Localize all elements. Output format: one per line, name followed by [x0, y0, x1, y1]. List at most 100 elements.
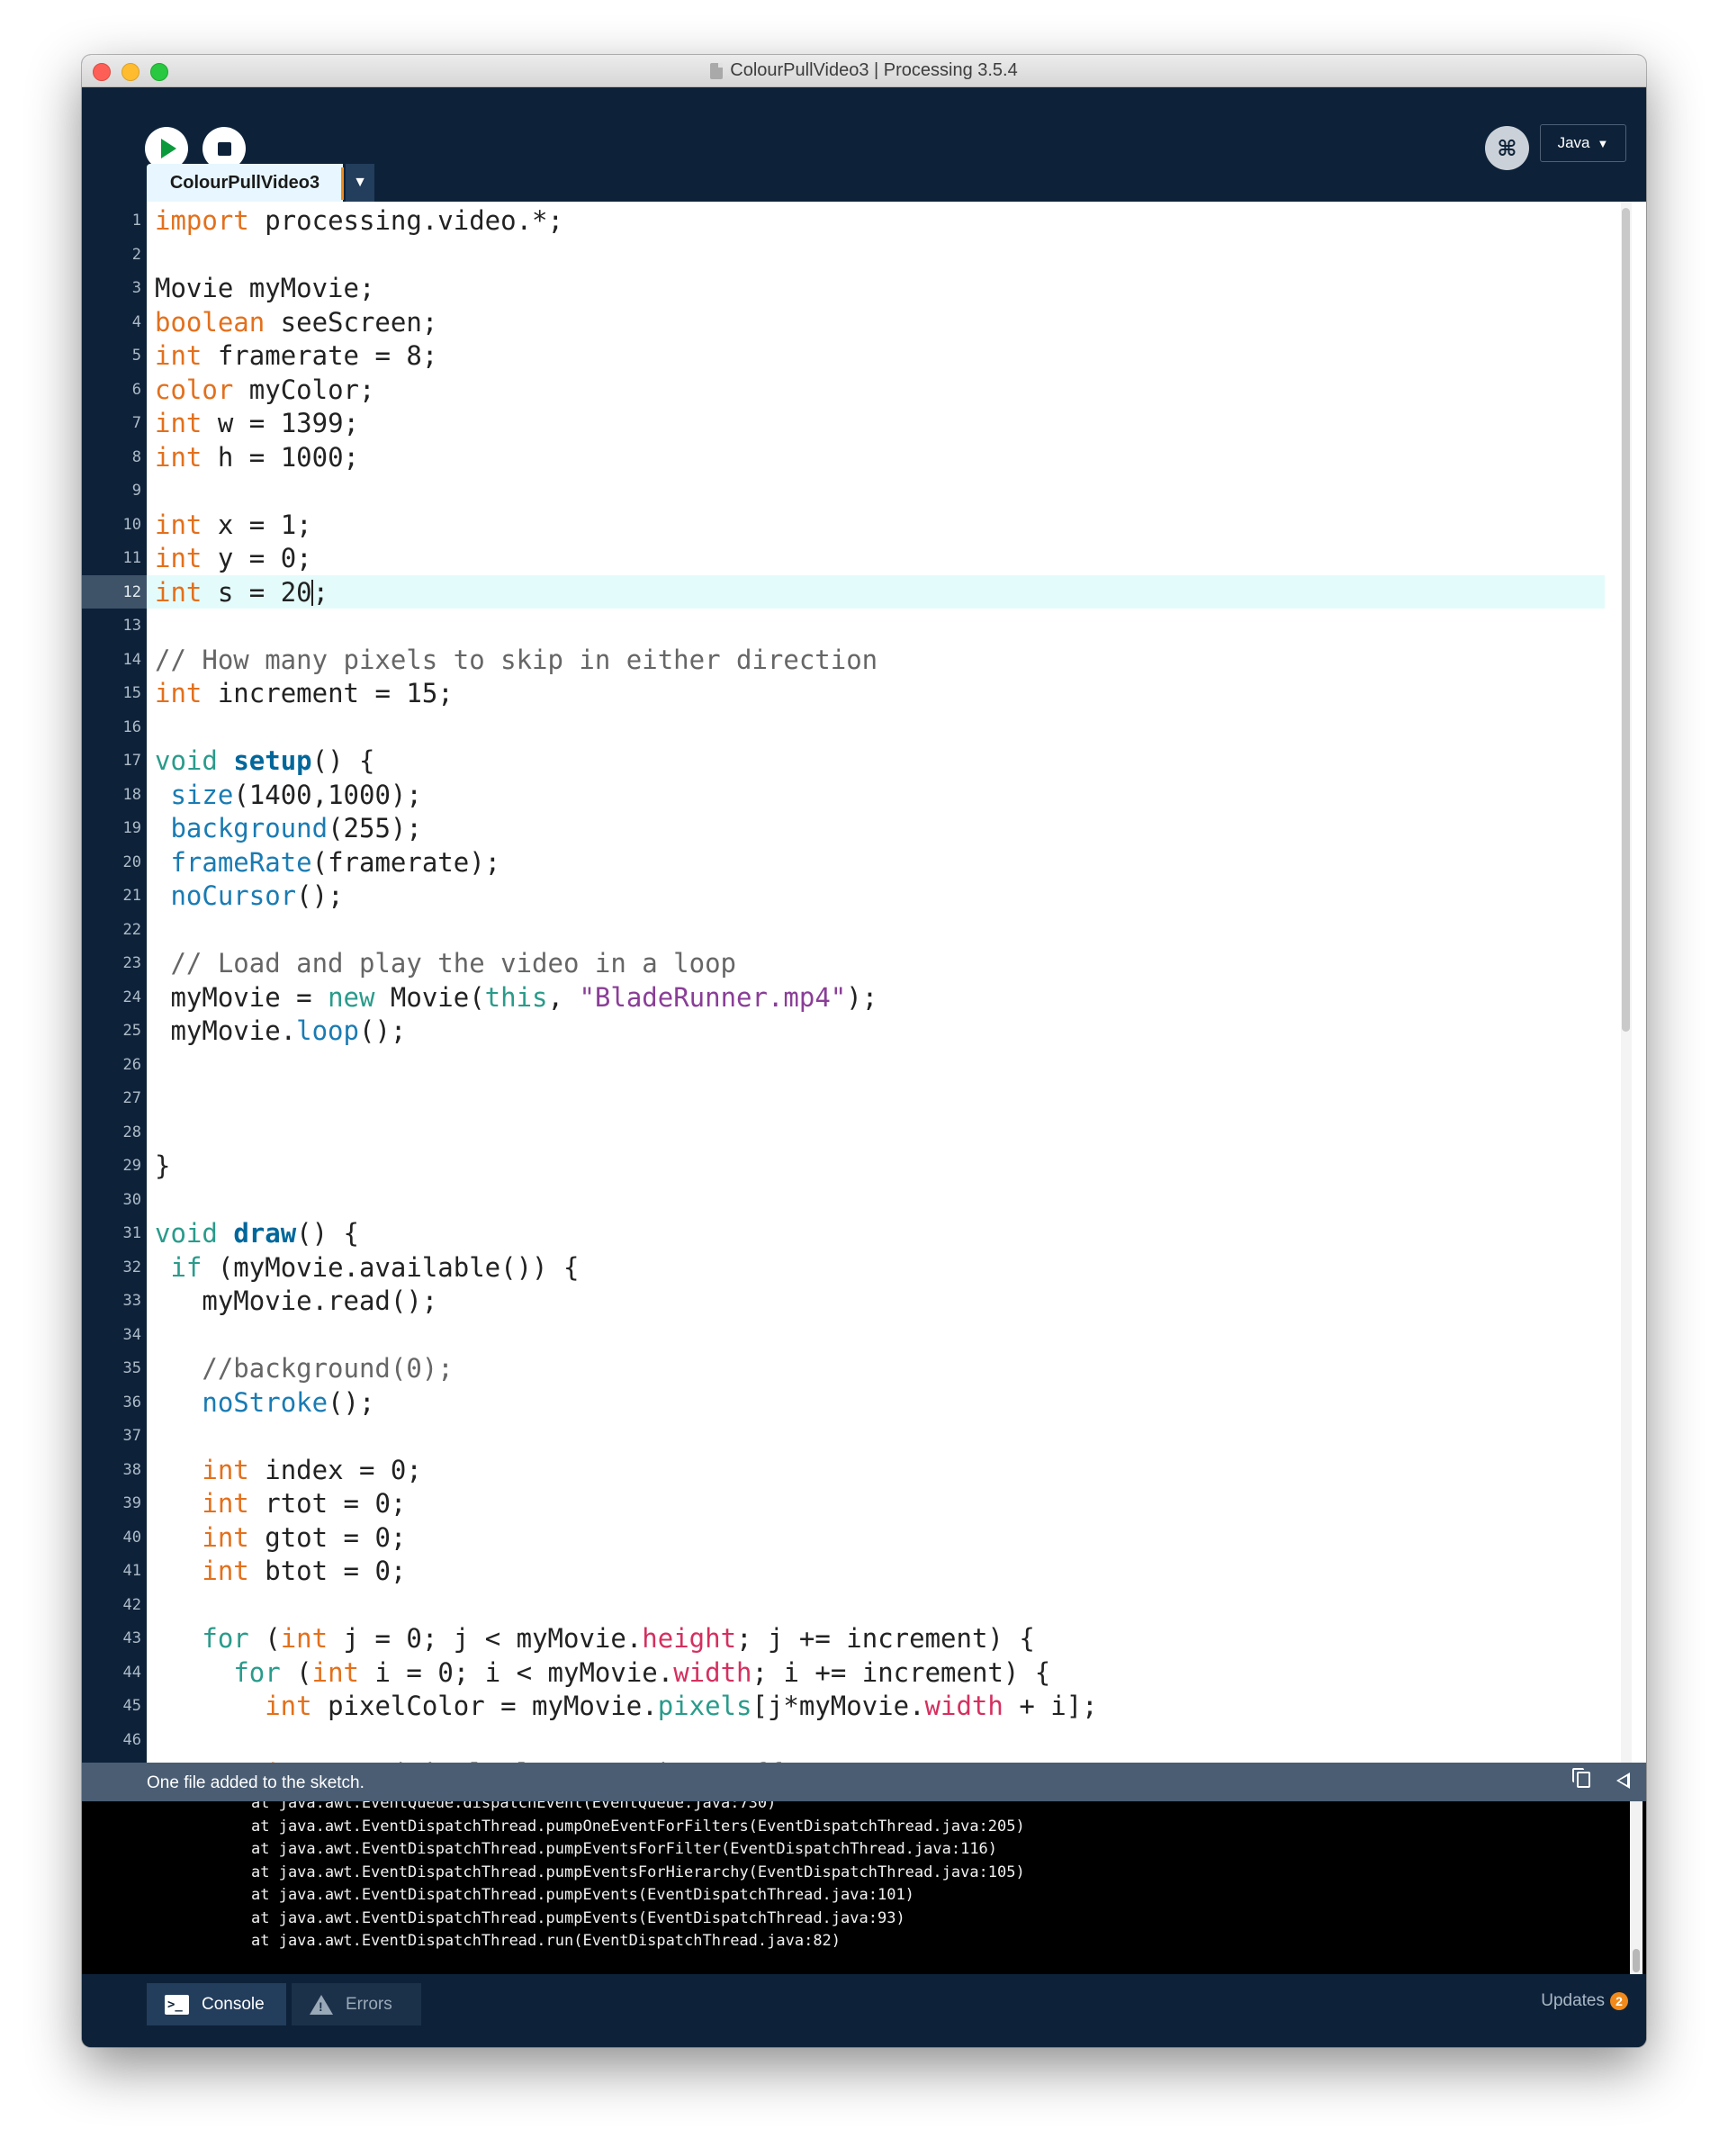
- code-line[interactable]: 15 int increment = 15;: [82, 676, 1646, 710]
- debugger-icon: ⌘: [1497, 135, 1517, 161]
- code-token: [j*myMovie.: [752, 1691, 925, 1721]
- code-line[interactable]: 37: [82, 1419, 1646, 1453]
- code-line[interactable]: 5 int framerate = 8;: [82, 338, 1646, 373]
- code-text: int index = 0;: [155, 1454, 421, 1485]
- code-line[interactable]: 16: [82, 710, 1646, 744]
- processing-window: ColourPullVideo3 | Processing 3.5.4 ⌘ Ja…: [82, 55, 1646, 2047]
- code-line[interactable]: 1 import processing.video.*;: [82, 203, 1646, 238]
- code-token: j = 0; j < myMovie.: [328, 1623, 643, 1654]
- code-text: background(255);: [155, 813, 421, 843]
- tab-console[interactable]: >_ Console: [147, 1983, 286, 2025]
- code-line[interactable]: 12 int s = 20;: [82, 574, 1646, 609]
- code-token: Movie myMovie;: [155, 273, 375, 303]
- caret-down-icon: ▼: [1597, 136, 1609, 150]
- line-number: 27: [122, 1089, 141, 1107]
- code-text: size(1400,1000);: [155, 780, 421, 810]
- code-line[interactable]: 32 if (myMovie.available()) {: [82, 1250, 1646, 1285]
- code-line[interactable]: 24 myMovie = new Movie(this, "BladeRunne…: [82, 980, 1646, 1015]
- code-line[interactable]: 29}: [82, 1149, 1646, 1183]
- code-line[interactable]: 3 Movie myMovie;: [82, 271, 1646, 305]
- console-tab-label: Console: [202, 1994, 265, 2014]
- code-line[interactable]: 41 int btot = 0;: [82, 1554, 1646, 1588]
- code-line[interactable]: 42: [82, 1588, 1646, 1622]
- code-line[interactable]: 43 for (int j = 0; j < myMovie.height; j…: [82, 1621, 1646, 1655]
- code-text: // Load and play the video in a loop: [155, 948, 736, 979]
- tab-colourpullvideo3[interactable]: ColourPullVideo3: [147, 164, 344, 202]
- code-line[interactable]: 33 myMovie.read();: [82, 1284, 1646, 1318]
- code-line[interactable]: 28: [82, 1115, 1646, 1150]
- code-line[interactable]: 9: [82, 474, 1646, 508]
- code-text: frameRate(framerate);: [155, 847, 500, 878]
- code-line[interactable]: 40 int gtot = 0;: [82, 1520, 1646, 1555]
- code-line[interactable]: 11 int y = 0;: [82, 541, 1646, 575]
- code-token: //background(0);: [155, 1353, 454, 1384]
- code-token: myMovie =: [155, 981, 328, 1013]
- line-number: 44: [122, 1663, 141, 1682]
- code-line[interactable]: 14 // How many pixels to skip in either d…: [82, 643, 1646, 677]
- code-token: myMovie.: [155, 1015, 297, 1046]
- code-line[interactable]: 21 noCursor();: [82, 879, 1646, 913]
- code-token: // Load and play the video in a loop: [155, 948, 737, 979]
- code-line[interactable]: 7 int w = 1399;: [82, 406, 1646, 440]
- code-line[interactable]: 31 void draw() {: [82, 1216, 1646, 1250]
- tab-errors[interactable]: Errors: [292, 1983, 421, 2025]
- code-line[interactable]: 13: [82, 609, 1646, 643]
- code-token: int: [202, 1454, 249, 1485]
- code-token: (myMovie.available()) {: [202, 1251, 580, 1283]
- copy-icon[interactable]: [1572, 1768, 1590, 1788]
- code-text: boolean seeScreen;: [155, 307, 437, 338]
- line-number: 6: [131, 380, 141, 399]
- code-line[interactable]: 35 //background(0);: [82, 1351, 1646, 1385]
- mode-selector[interactable]: Java ▼: [1540, 124, 1626, 162]
- code-token: btot = 0;: [248, 1556, 407, 1586]
- code-line[interactable]: int r = (pixelColor >> 16) & 0xff;: [82, 1756, 1646, 1763]
- code-line[interactable]: 4 boolean seeScreen;: [82, 305, 1646, 339]
- code-editor[interactable]: 1 import processing.video.*; 2 3 Movie myMov…: [82, 202, 1646, 1763]
- code-line[interactable]: 25 myMovie.loop();: [82, 1014, 1646, 1048]
- code-token: "BladeRunner.mp4": [579, 981, 847, 1013]
- code-line[interactable]: 30: [82, 1183, 1646, 1217]
- editor-scrollbar-thumb[interactable]: [1622, 208, 1630, 1032]
- code-token: () {: [311, 745, 375, 776]
- window-title: ColourPullVideo3 | Processing 3.5.4: [730, 60, 1018, 80]
- updates-link[interactable]: Updates 2: [1541, 1991, 1628, 2011]
- updates-count-badge: 2: [1610, 1992, 1628, 2010]
- line-number: 15: [122, 684, 141, 702]
- code-token: loop: [296, 1015, 359, 1046]
- console-scrollbar-thumb[interactable]: [1633, 1949, 1640, 1972]
- code-line[interactable]: 46: [82, 1723, 1646, 1757]
- code-line[interactable]: 39 int rtot = 0;: [82, 1486, 1646, 1520]
- code-line[interactable]: 34: [82, 1318, 1646, 1352]
- code-line[interactable]: 18 size(1400,1000);: [82, 778, 1646, 812]
- line-number: 30: [122, 1190, 141, 1209]
- code-line[interactable]: 44 for (int i = 0; i < myMovie.width; i …: [82, 1655, 1646, 1690]
- stop-icon: [217, 141, 231, 156]
- collapse-console-icon[interactable]: [1616, 1773, 1630, 1789]
- console-output[interactable]: at java.awt.EventQueue.dispatchEvent(Eve…: [82, 1801, 1646, 1974]
- code-line[interactable]: 45 int pixelColor = myMovie.pixels[j*myM…: [82, 1689, 1646, 1723]
- debugger-button[interactable]: ⌘: [1485, 126, 1529, 170]
- code-line[interactable]: 36 noStroke();: [82, 1385, 1646, 1420]
- code-line[interactable]: 10 int x = 1;: [82, 508, 1646, 542]
- code-line[interactable]: 22: [82, 913, 1646, 947]
- code-line[interactable]: 17 void setup() {: [82, 744, 1646, 778]
- code-token: color: [155, 374, 234, 405]
- code-line[interactable]: 23 // Load and play the video in a loop: [82, 946, 1646, 980]
- code-line[interactable]: 8 int h = 1000;: [82, 440, 1646, 474]
- code-line[interactable]: 6 color myColor;: [82, 373, 1646, 407]
- updates-label: Updates: [1541, 1991, 1605, 2010]
- code-token: (: [280, 1656, 312, 1688]
- code-line[interactable]: 38 int index = 0;: [82, 1453, 1646, 1487]
- code-line[interactable]: 27: [82, 1081, 1646, 1115]
- code-token: if: [170, 1251, 202, 1283]
- line-number: 9: [131, 482, 141, 500]
- code-line[interactable]: 26: [82, 1048, 1646, 1082]
- tab-menu-button[interactable]: ▼: [346, 164, 374, 202]
- code-line[interactable]: 19 background(255);: [82, 811, 1646, 845]
- code-line[interactable]: 2: [82, 238, 1646, 272]
- code-line[interactable]: 20 frameRate(framerate);: [82, 845, 1646, 880]
